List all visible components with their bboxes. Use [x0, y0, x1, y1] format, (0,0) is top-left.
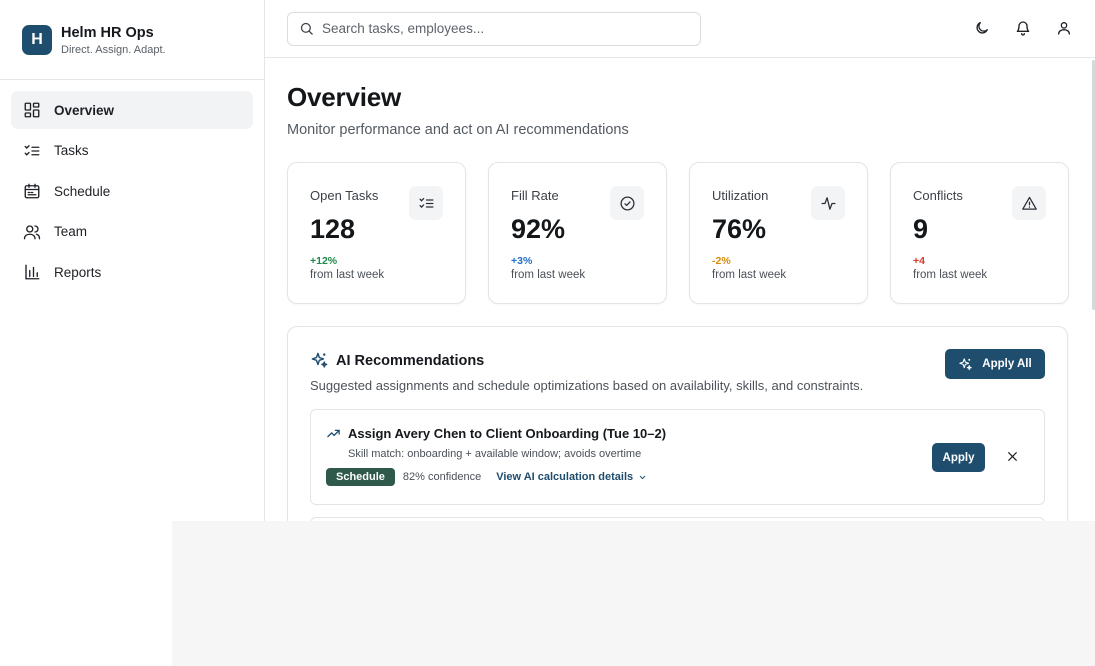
bell-icon[interactable]	[1013, 18, 1032, 37]
sidebar-item-label: Schedule	[54, 183, 111, 199]
view-details-link[interactable]: View AI calculation details	[496, 471, 647, 483]
calendar-icon	[23, 182, 41, 200]
recommendation-description: Skill match: onboarding + available wind…	[348, 448, 642, 460]
sidebar-item-team[interactable]: Team	[11, 213, 253, 251]
trending-up-icon	[327, 429, 340, 438]
stat-card-open-tasks: Open Tasks 128 +12% from last week	[287, 162, 466, 304]
apply-all-label: Apply All	[982, 358, 1032, 370]
stat-delta: +12%	[310, 255, 338, 267]
user-icon[interactable]	[1054, 18, 1073, 37]
topbar-actions	[972, 18, 1073, 37]
recommendation-title: Assign Avery Chen to Client Onboarding (…	[348, 426, 667, 441]
brand-name: Helm HR Ops	[61, 24, 154, 41]
ai-panel-header: AI Recommendations	[310, 351, 1045, 370]
sidebar-nav: Overview Tasks Schedule Team Reports	[0, 80, 264, 291]
overview-content: Overview Monitor performance and act on …	[265, 58, 1095, 556]
blank-region	[172, 521, 1095, 666]
alert-triangle-icon	[1012, 186, 1046, 220]
confidence-text: 82% confidence	[402, 471, 482, 483]
search-input[interactable]	[322, 21, 692, 36]
apply-button[interactable]: Apply	[932, 443, 985, 472]
brand[interactable]: H Helm HR Ops Direct. Assign. Adapt.	[0, 0, 264, 80]
recommendation-badge: Schedule	[326, 468, 395, 486]
stat-note: from last week	[511, 269, 586, 281]
sidebar-item-schedule[interactable]: Schedule	[11, 172, 253, 210]
activity-icon	[811, 186, 845, 220]
stat-card-conflicts: Conflicts 9 +4 from last week	[890, 162, 1069, 304]
chevron-down-icon	[639, 475, 646, 479]
brand-tagline: Direct. Assign. Adapt.	[61, 43, 166, 56]
sidebar-item-label: Tasks	[54, 143, 89, 158]
stats-row: Open Tasks 128 +12% from last week Fill …	[287, 162, 1073, 304]
sparkles-icon	[311, 352, 328, 368]
sidebar-item-label: Team	[54, 224, 88, 239]
sparkles-icon	[959, 357, 972, 370]
moon-icon[interactable]	[972, 18, 991, 37]
users-icon	[23, 223, 41, 241]
stat-note: from last week	[913, 269, 988, 281]
sidebar-item-reports[interactable]: Reports	[11, 253, 253, 291]
layout-grid-icon	[23, 101, 41, 119]
search-icon	[300, 22, 313, 35]
sidebar-item-label: Reports	[54, 264, 102, 280]
search-box[interactable]	[287, 11, 701, 46]
list-checks-icon	[23, 142, 41, 160]
stat-card-fill-rate: Fill Rate 92% +3% from last week	[488, 162, 667, 304]
apply-all-button[interactable]: Apply All	[945, 349, 1045, 379]
stat-note: from last week	[712, 269, 787, 281]
brand-logo: H	[22, 24, 52, 55]
stat-delta: +3%	[511, 255, 533, 267]
sidebar-item-label: Overview	[54, 102, 115, 118]
list-checks-icon	[409, 186, 443, 220]
page-title: Overview	[287, 82, 402, 112]
stat-delta: +4	[913, 255, 925, 267]
topbar	[265, 0, 1095, 58]
sidebar-item-tasks[interactable]: Tasks	[11, 132, 253, 170]
sidebar-item-overview[interactable]: Overview	[11, 91, 253, 129]
recommendation-card: Assign Avery Chen to Client Onboarding (…	[310, 409, 1045, 505]
stat-note: from last week	[310, 269, 385, 281]
ai-panel-title: AI Recommendations	[336, 352, 485, 369]
page-subtitle: Monitor performance and act on AI recomm…	[287, 122, 629, 138]
close-icon[interactable]	[1005, 449, 1019, 463]
recommendation-meta: Schedule 82% confidence View AI calculat…	[326, 468, 1029, 486]
ai-panel-subtitle: Suggested assignments and schedule optim…	[310, 378, 864, 393]
stat-delta: -2%	[712, 255, 731, 267]
check-circle-icon	[610, 186, 644, 220]
stat-card-utilization: Utilization 76% -2% from last week	[689, 162, 868, 304]
bar-chart-icon	[23, 263, 41, 281]
